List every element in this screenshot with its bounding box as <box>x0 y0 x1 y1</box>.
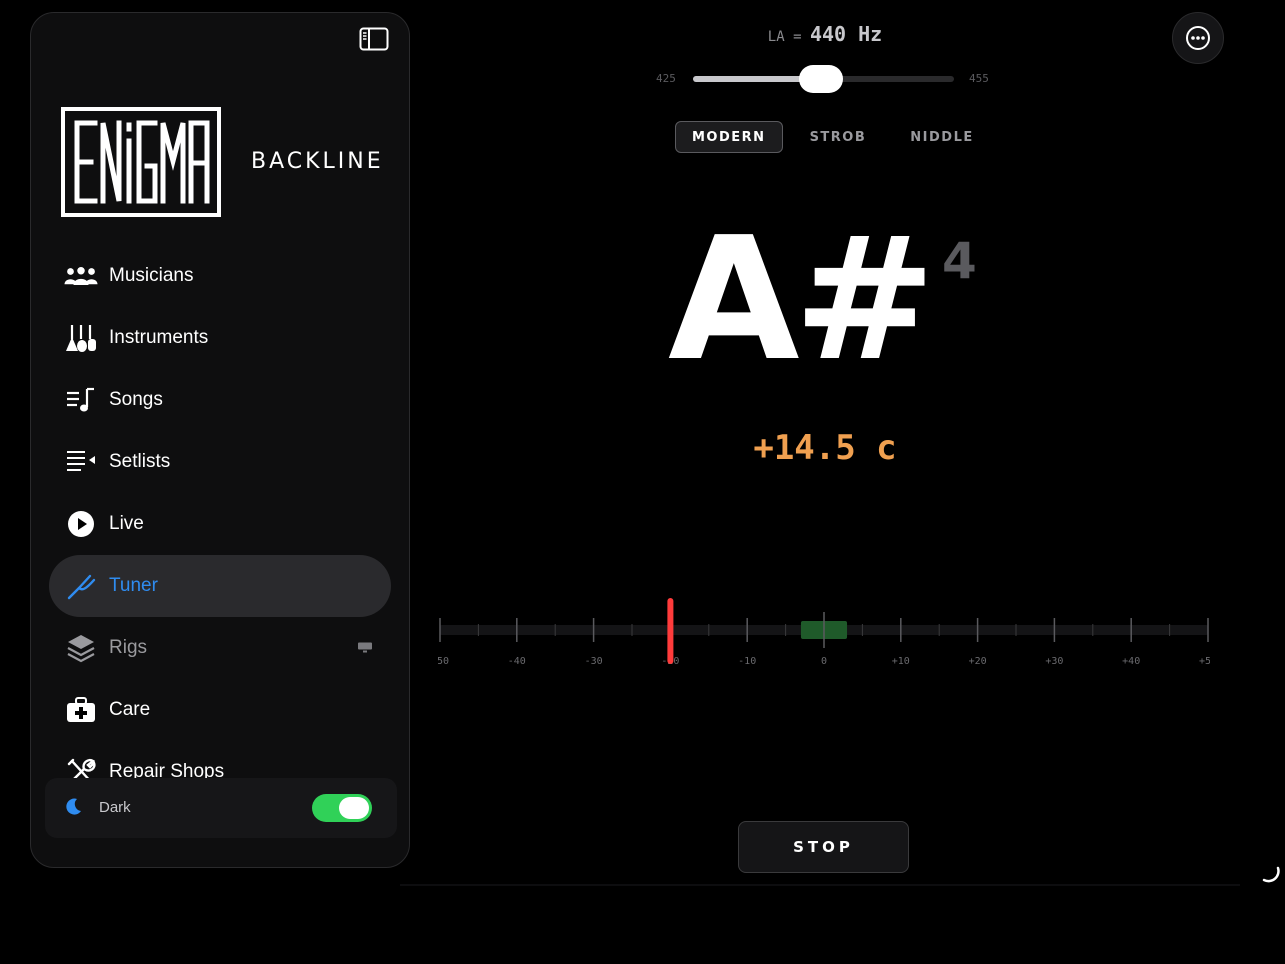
tab-strob[interactable]: STROB <box>793 121 884 153</box>
tuner-mode-tabs: MODERN STROB NIDDLE <box>675 121 1001 155</box>
people-icon <box>63 261 99 291</box>
sidebar-item-songs[interactable]: Songs <box>49 369 391 431</box>
dark-mode-label: Dark <box>99 799 131 816</box>
layers-icon <box>63 633 99 663</box>
sidebar-toggle-icon <box>359 27 389 51</box>
pitch-indicator <box>667 598 674 664</box>
sidebar-item-tuner[interactable]: Tuner <box>49 555 391 617</box>
songs-icon <box>63 385 99 415</box>
sidebar-toggle-button[interactable] <box>358 26 390 52</box>
slider-thumb[interactable] <box>799 65 843 93</box>
meter-tick-label: -10 <box>738 656 756 667</box>
setlist-icon <box>63 447 99 477</box>
reference-value: 440 Hz <box>809 22 883 46</box>
sidebar-item-live[interactable]: Live <box>49 493 391 555</box>
sidebar-item-setlists[interactable]: Setlists <box>49 431 391 493</box>
sidebar-item-instruments[interactable]: Instruments <box>49 307 391 369</box>
meter-tick-label: +30 <box>1045 656 1063 667</box>
dark-mode-row: Dark <box>45 778 397 838</box>
sidebar-item-label: Musicians <box>109 265 194 286</box>
moon-icon <box>65 797 83 819</box>
meter-tick-label: +10 <box>892 656 910 667</box>
meter-tick-label: +50 <box>1199 656 1210 667</box>
reference-slider[interactable] <box>693 65 954 93</box>
brand-name: BACKLINE <box>251 149 384 174</box>
reference-prefix: LA = <box>767 29 802 45</box>
meter-tick-label: +40 <box>1122 656 1140 667</box>
instruments-icon <box>63 323 99 353</box>
sidebar-item-rigs[interactable]: Rigs <box>49 617 391 679</box>
detected-note: A# <box>668 201 936 399</box>
first-aid-icon <box>63 695 99 725</box>
note-octave: 4 <box>942 232 977 290</box>
sidebar-item-label: Setlists <box>109 451 171 472</box>
more-icon <box>1186 26 1210 50</box>
sidebar-item-label: Care <box>109 699 151 720</box>
sidebar-item-label: Live <box>109 513 144 534</box>
enigma-logo-mark <box>74 120 210 204</box>
sidebar-item-label: Songs <box>109 389 163 410</box>
tab-niddle[interactable]: NIDDLE <box>893 121 990 153</box>
toggle-knob <box>339 797 369 819</box>
slider-min-label: 425 <box>656 72 676 85</box>
device-icon <box>357 639 373 658</box>
slider-max-label: 455 <box>969 72 989 85</box>
meter-tick-label: 0 <box>821 656 827 667</box>
sidebar-nav: Musicians Instruments Songs Setlists Liv… <box>49 245 391 803</box>
sidebar-item-care[interactable]: Care <box>49 679 391 741</box>
sidebar-item-label: Tuner <box>109 575 158 596</box>
cents-meter: -50-40-30-20-100+10+20+30+40+50 <box>438 598 1210 667</box>
meter-tick-label: +20 <box>969 656 987 667</box>
sidebar-item-label: Rigs <box>109 637 148 658</box>
meter-tick-label: -50 <box>438 656 449 667</box>
sidebar: BACKLINE Musicians Instruments Songs Set… <box>30 12 410 868</box>
brand-header: BACKLINE <box>61 107 401 217</box>
tuning-fork-icon <box>63 571 99 601</box>
play-circle-icon <box>63 509 99 539</box>
dark-mode-toggle[interactable] <box>312 794 372 822</box>
divider <box>400 884 1240 886</box>
stop-button[interactable]: STOP <box>738 821 909 873</box>
tab-modern[interactable]: MODERN <box>675 121 783 153</box>
reference-frequency: LA = 440 Hz <box>700 22 950 46</box>
sidebar-item-label: Instruments <box>109 327 209 348</box>
more-options-button[interactable] <box>1172 12 1224 64</box>
meter-tick-label: -40 <box>508 656 526 667</box>
loading-spinner-icon <box>1262 866 1280 883</box>
sidebar-item-musicians[interactable]: Musicians <box>49 245 391 307</box>
meter-tick-label: -30 <box>585 656 603 667</box>
enigma-logo <box>61 107 221 217</box>
cents-offset: +14.5 c <box>753 428 897 468</box>
